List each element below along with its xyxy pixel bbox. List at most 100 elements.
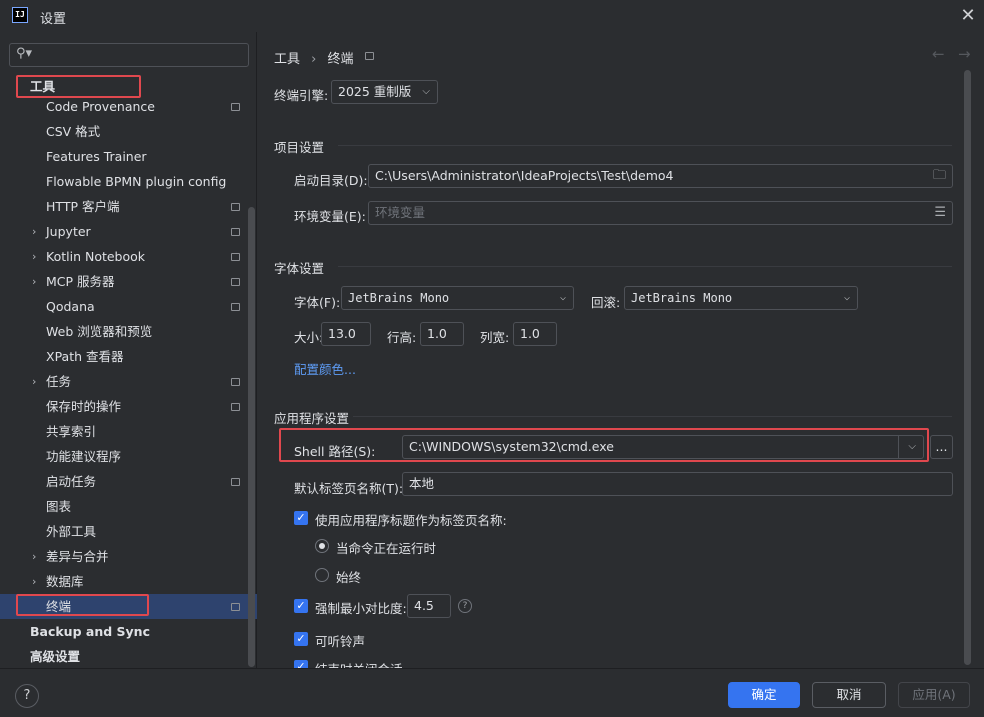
search-input[interactable] [36, 46, 236, 64]
env-placeholder: 环境变量 [375, 205, 426, 220]
min-contrast-checkbox[interactable]: ✓ [294, 599, 308, 613]
sidebar-item[interactable]: › 任务 [0, 369, 245, 394]
radio-when-running-label: 当命令正在运行时 [336, 541, 437, 556]
apply-button[interactable]: 应用(A) [898, 682, 970, 708]
project-scope-icon [231, 103, 240, 111]
sidebar-item[interactable]: 保存时的操作 [0, 394, 245, 419]
sidebar-item[interactable]: 图表 [0, 494, 245, 519]
chevron-right-icon[interactable]: › [32, 369, 36, 394]
project-scope-icon [231, 403, 240, 411]
folder-icon[interactable]: 🗀 [933, 165, 946, 187]
env-label: 环境变量(E): [294, 209, 366, 224]
sidebar-item-advanced[interactable]: 高级设置 [0, 644, 245, 669]
sidebar-item-label: Kotlin Notebook [46, 249, 146, 264]
ok-button[interactable]: 确定 [728, 682, 800, 708]
font-select[interactable]: JetBrains Mono ⌵ [341, 286, 574, 310]
close-icon[interactable]: ✕ [958, 6, 978, 26]
column-width-input[interactable]: 1.0 [513, 322, 557, 346]
sidebar-item[interactable]: › 差异与合并 [0, 544, 245, 569]
sidebar-item-label: Web 浏览器和预览 [46, 324, 153, 339]
sidebar-item-label: 数据库 [46, 574, 84, 589]
min-contrast-label: 强制最小对比度: [315, 601, 407, 616]
engine-select[interactable]: 2025 重制版 ⌵ [331, 80, 438, 104]
line-height-value: 1.0 [427, 326, 447, 341]
list-edit-icon[interactable]: ☰ [934, 202, 946, 224]
sidebar-item[interactable]: 外部工具 [0, 519, 245, 544]
chevron-right-icon[interactable]: › [32, 219, 36, 244]
project-scope-icon [231, 228, 240, 236]
title-bar: IJ 设置 ✕ [0, 0, 984, 32]
breadcrumb: 工具 › 终端 [274, 48, 354, 67]
settings-sidebar: ⚲▾ 工具 Code Provenance CSV 格式 Features Trai… [0, 32, 257, 668]
help-icon[interactable]: ? [458, 599, 472, 613]
sidebar-item-label: MCP 服务器 [46, 274, 115, 289]
sidebar-item-label: 启动任务 [46, 474, 97, 489]
fallback-value: JetBrains Mono [631, 291, 733, 305]
app-icon: IJ [12, 7, 28, 23]
sidebar-item[interactable]: 启动任务 [0, 469, 245, 494]
tab-name-input[interactable]: 本地 [402, 472, 953, 496]
chevron-right-icon[interactable]: › [32, 569, 36, 594]
sidebar-item-label: 外部工具 [46, 524, 97, 539]
fallback-font-select[interactable]: JetBrains Mono ⌵ [624, 286, 858, 310]
forward-arrow-icon[interactable]: → [958, 45, 971, 63]
chevron-down-icon: ⌵ [422, 86, 430, 97]
browse-label: ... [935, 439, 948, 454]
shell-browse-button[interactable]: ... [930, 435, 953, 459]
back-arrow-icon[interactable]: ← [932, 45, 945, 63]
audible-bell-label: 可听铃声 [315, 634, 366, 649]
sidebar-item[interactable]: Features Trainer [0, 144, 245, 169]
sidebar-item[interactable]: 功能建议程序 [0, 444, 245, 469]
sidebar-item[interactable]: › Kotlin Notebook [0, 244, 245, 269]
sidebar-item[interactable]: › MCP 服务器 [0, 269, 245, 294]
sidebar-item-backup-sync[interactable]: Backup and Sync [0, 619, 245, 644]
sidebar-item-label: 差异与合并 [46, 549, 109, 564]
sidebar-item[interactable]: Code Provenance [0, 94, 245, 119]
chevron-right-icon[interactable]: › [32, 244, 36, 269]
env-field[interactable]: 环境变量 ☰ [368, 201, 953, 225]
close-session-checkbox[interactable]: ✓ [294, 660, 308, 668]
clipped-row: ✓ 结束时关闭会话 [294, 660, 494, 668]
sidebar-item[interactable]: HTTP 客户端 [0, 194, 245, 219]
chevron-right-icon[interactable]: › [32, 544, 36, 569]
search-box[interactable]: ⚲▾ [9, 43, 249, 67]
cancel-button[interactable]: 取消 [812, 682, 886, 708]
sidebar-item[interactable]: CSV 格式 [0, 119, 245, 144]
size-value: 13.0 [328, 326, 356, 341]
sidebar-item[interactable]: 共享索引 [0, 419, 245, 444]
radio-always[interactable] [315, 568, 329, 582]
help-button[interactable]: ? [15, 684, 39, 708]
breadcrumb-parent[interactable]: 工具 [274, 52, 300, 67]
sidebar-item[interactable]: › Jupyter [0, 219, 245, 244]
chevron-right-icon[interactable]: › [32, 269, 36, 294]
project-scope-icon [231, 603, 240, 611]
highlight-box-terminal [16, 594, 149, 616]
configure-colors-link[interactable]: 配置颜色... [294, 359, 356, 378]
sidebar-item-label: HTTP 客户端 [46, 199, 120, 214]
chevron-down-icon: ⌵ [559, 292, 566, 303]
section-title-app: 应用程序设置 [274, 411, 350, 426]
min-contrast-value: 4.5 [414, 598, 434, 613]
sidebar-item-label: 高级设置 [30, 649, 81, 664]
line-height-input[interactable]: 1.0 [420, 322, 464, 346]
sidebar-scrollbar[interactable] [248, 207, 255, 667]
radio-when-running[interactable] [315, 539, 329, 553]
chevron-down-icon: ⌵ [843, 292, 850, 303]
sidebar-item-label: 保存时的操作 [46, 399, 122, 414]
sidebar-item[interactable]: Web 浏览器和预览 [0, 319, 245, 344]
project-scope-icon [231, 203, 240, 211]
min-contrast-input[interactable]: 4.5 [407, 594, 451, 618]
sidebar-item[interactable]: XPath 查看器 [0, 344, 245, 369]
audible-bell-checkbox[interactable]: ✓ [294, 632, 308, 646]
sidebar-item[interactable]: Qodana [0, 294, 245, 319]
start-dir-field[interactable]: C:\Users\Administrator\IdeaProjects\Test… [368, 164, 953, 188]
use-app-title-checkbox[interactable]: ✓ [294, 511, 308, 525]
font-label: 字体(F): [294, 295, 341, 310]
engine-label: 终端引擎: [274, 88, 329, 103]
breadcrumb-separator: › [311, 52, 317, 67]
size-input[interactable]: 13.0 [321, 322, 371, 346]
content-scrollbar[interactable] [964, 70, 971, 665]
project-scope-icon [231, 478, 240, 486]
sidebar-item[interactable]: Flowable BPMN plugin config [0, 169, 245, 194]
sidebar-item[interactable]: › 数据库 [0, 569, 245, 594]
